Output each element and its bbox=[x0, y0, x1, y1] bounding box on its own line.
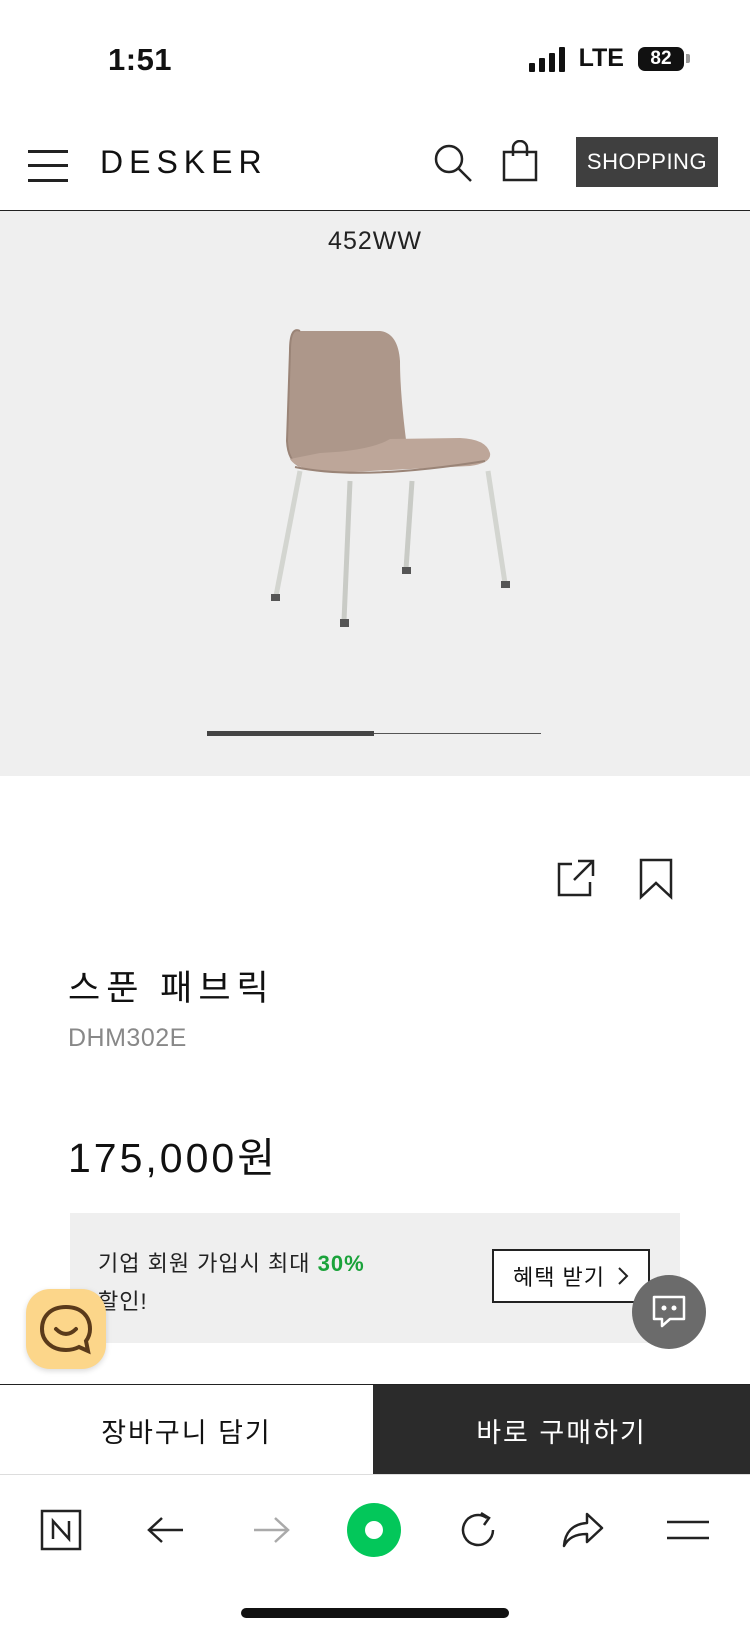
carousel-pager-active bbox=[207, 731, 374, 736]
get-benefit-button[interactable]: 혜택 받기 bbox=[492, 1249, 650, 1303]
back-arrow-icon[interactable] bbox=[141, 1505, 191, 1555]
shopping-bag-icon[interactable] bbox=[502, 140, 538, 182]
model-code: 452WW bbox=[328, 227, 422, 255]
benefit-highlight: 30% bbox=[317, 1251, 365, 1276]
product-price: 175,000원 bbox=[68, 1135, 278, 1181]
product-code: DHM302E bbox=[68, 1024, 187, 1052]
benefit-text-before: 기업 회원 가입시 최대 bbox=[98, 1251, 318, 1276]
bookmark-icon[interactable] bbox=[638, 858, 674, 900]
signal-icon bbox=[528, 46, 565, 72]
share-arrow-icon[interactable] bbox=[558, 1505, 608, 1555]
browser-toolbar bbox=[0, 1474, 750, 1595]
chevron-right-icon bbox=[618, 1267, 629, 1285]
network-label: LTE bbox=[578, 44, 624, 72]
chat-bubble-icon bbox=[652, 1295, 686, 1328]
membership-benefit-banner: 기업 회원 가입시 최대 30% 할인! 혜택 받기 bbox=[70, 1213, 680, 1343]
brand-logo[interactable]: DESKER bbox=[100, 144, 268, 181]
share-icon[interactable] bbox=[556, 858, 596, 898]
talk-talk-button[interactable] bbox=[26, 1289, 106, 1369]
carousel-pager[interactable] bbox=[207, 731, 541, 736]
battery-level: 82 bbox=[638, 46, 684, 71]
purchase-bar: 장바구니 담기 바로 구매하기 bbox=[0, 1384, 750, 1475]
get-benefit-label: 혜택 받기 bbox=[512, 1265, 606, 1290]
search-icon[interactable] bbox=[432, 142, 474, 184]
benefit-text: 기업 회원 가입시 최대 30% 할인! bbox=[98, 1245, 365, 1321]
status-indicators: LTE 82 bbox=[528, 44, 690, 73]
add-to-cart-button[interactable]: 장바구니 담기 bbox=[0, 1385, 373, 1475]
forward-arrow-icon[interactable] bbox=[246, 1505, 296, 1555]
hamburger-menu-icon[interactable] bbox=[28, 148, 68, 182]
smile-chat-icon bbox=[39, 1304, 93, 1355]
status-time: 1:51 bbox=[108, 42, 173, 77]
site-header: DESKER SHOPPING bbox=[0, 118, 750, 211]
product-image-carousel[interactable]: 452WW bbox=[0, 211, 750, 776]
battery-icon: 82 bbox=[638, 46, 690, 71]
menu-lines-icon[interactable] bbox=[663, 1505, 713, 1555]
chat-button[interactable] bbox=[632, 1275, 706, 1349]
naver-home-icon[interactable] bbox=[36, 1505, 86, 1555]
shopping-button[interactable]: SHOPPING bbox=[576, 137, 718, 187]
refresh-icon[interactable] bbox=[453, 1505, 503, 1555]
home-indicator[interactable] bbox=[241, 1608, 509, 1618]
chair-image bbox=[271, 329, 510, 627]
buy-now-button[interactable]: 바로 구매하기 bbox=[373, 1385, 750, 1475]
green-dot-icon[interactable] bbox=[346, 1502, 402, 1558]
product-name: 스푼 패브릭 bbox=[68, 969, 275, 1008]
